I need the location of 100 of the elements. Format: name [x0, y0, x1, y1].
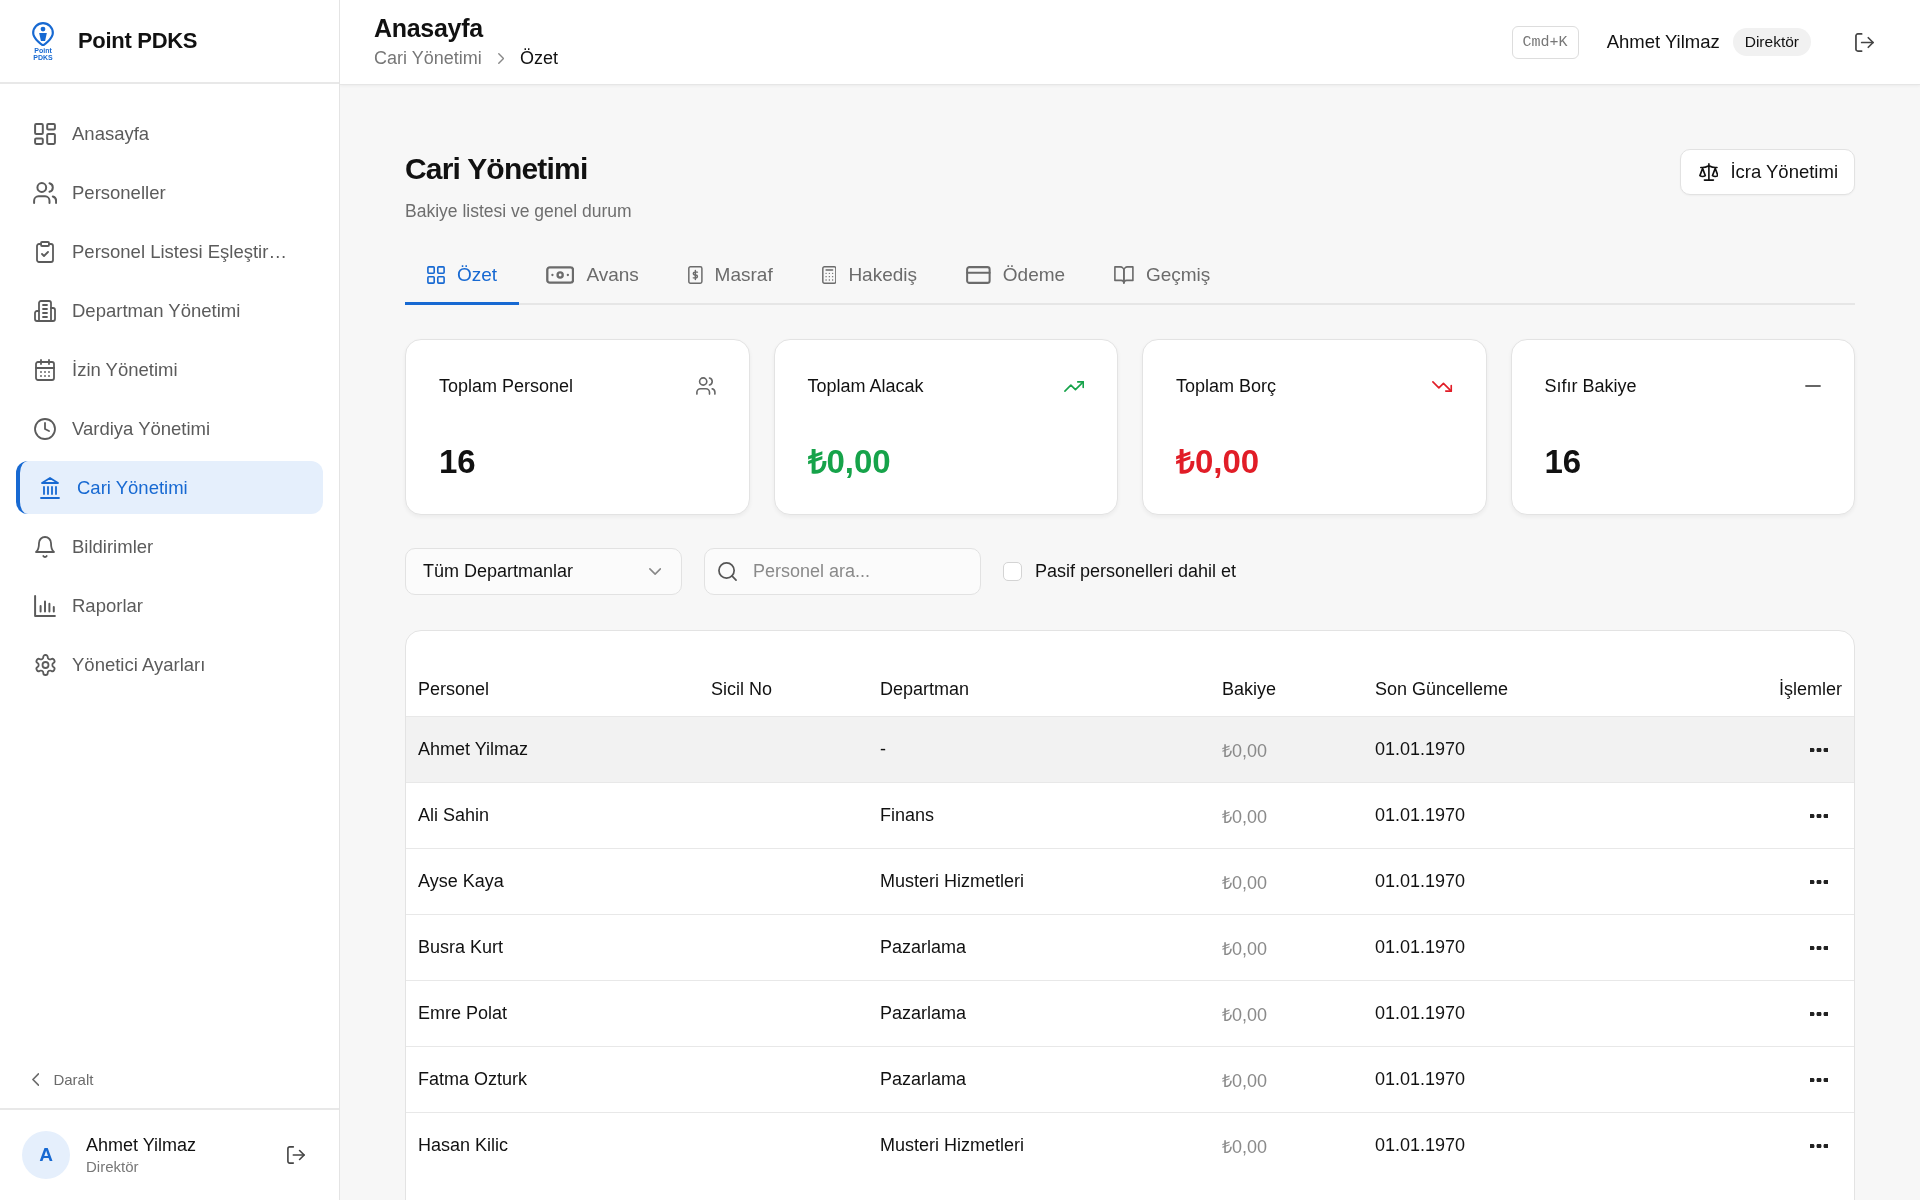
- table-cell-text: 01.01.1970: [1375, 805, 1467, 826]
- collapse-button[interactable]: Daralt: [0, 1071, 94, 1108]
- table-cell-text: -: [880, 739, 887, 760]
- table-cell-text: Fatma Ozturk: [418, 1069, 529, 1090]
- table-cell-text: Pazarlama: [880, 1069, 968, 1090]
- search-field[interactable]: Personel ara...: [704, 548, 981, 595]
- more-icon: [1810, 945, 1828, 950]
- minus-icon: [1805, 385, 1821, 387]
- table-cell-text: Finans: [880, 805, 936, 826]
- table-cell-text: 01.01.1970: [1375, 1069, 1467, 1090]
- sidebar-item[interactable]: Personel Listesi Eşleştir…: [16, 225, 323, 278]
- sidebar-item[interactable]: Personeller: [16, 166, 323, 219]
- tab[interactable]: Ödeme: [944, 253, 1088, 305]
- logout-icon: [287, 1146, 305, 1164]
- column-header: Personel: [418, 678, 491, 700]
- bar-chart-icon: [34, 594, 56, 617]
- table-cell-text: ₺0,00: [1222, 1069, 1269, 1092]
- column-header: Son Güncelleme: [1375, 678, 1510, 700]
- dollar-document-icon: [687, 266, 703, 284]
- tab[interactable]: Geçmiş: [1092, 253, 1233, 305]
- table-cell-text: Ayse Kaya: [418, 871, 505, 892]
- table-cell-text: 01.01.1970: [1375, 1003, 1467, 1024]
- sidebar-item[interactable]: Departman Yönetimi: [16, 284, 323, 337]
- sidebar-item[interactable]: Vardiya Yönetimi: [16, 402, 323, 455]
- sidebar-item[interactable]: Yönetici Ayarları: [16, 638, 323, 691]
- credit-card-icon: [966, 266, 991, 284]
- trend-down-icon: [1432, 380, 1453, 392]
- users-icon: [695, 377, 716, 395]
- more-icon: [1810, 879, 1828, 884]
- brand-name: Point PDKS: [78, 28, 198, 54]
- table-cell-text: Emre Polat: [418, 1003, 509, 1024]
- role-badge: Direktör: [1732, 28, 1811, 56]
- book-icon: [1114, 266, 1134, 284]
- more-icon: [1810, 813, 1828, 818]
- bank-icon: [40, 476, 60, 499]
- trend-up-icon: [1063, 380, 1084, 392]
- chevron-right-icon: [497, 53, 504, 65]
- tab[interactable]: Özet: [405, 253, 520, 305]
- more-icon: [1810, 747, 1828, 752]
- sidebar-item[interactable]: Anasayfa: [16, 107, 323, 160]
- page-subtitle: Bakiye listesi ve genel durum: [405, 200, 632, 223]
- table-cell-text: Pazarlama: [880, 937, 968, 958]
- table-cell-text: Pazarlama: [880, 1003, 968, 1024]
- clock-icon: [34, 417, 56, 440]
- checkbox[interactable]: [1003, 562, 1022, 581]
- table-cell-text: ₺0,00: [1222, 805, 1269, 828]
- stat-label: Sıfır Bakiye: [1544, 375, 1637, 397]
- banknote-icon: [546, 266, 575, 284]
- more-icon: [1810, 1011, 1828, 1016]
- column-header: İşlemler: [1779, 678, 1842, 700]
- more-icon: [1810, 1077, 1828, 1082]
- tab[interactable]: Hakediş: [799, 253, 940, 305]
- logout-icon: [1855, 32, 1874, 52]
- user-name: Ahmet Yilmaz: [86, 1135, 197, 1156]
- page-heading: Anasayfa: [374, 14, 483, 43]
- tab[interactable]: Avans: [524, 253, 661, 305]
- table-cell-text: ₺0,00: [1222, 937, 1269, 960]
- sidebar-item[interactable]: Raporlar: [16, 579, 323, 632]
- table-cell-text: 01.01.1970: [1375, 739, 1467, 760]
- column-header: Departman: [880, 678, 971, 700]
- clipboard-check-icon: [36, 240, 54, 263]
- scale-icon: [1698, 163, 1719, 181]
- search-icon: [718, 562, 737, 581]
- more-icon: [1810, 1143, 1828, 1148]
- table-cell-text: Musteri Hizmetleri: [880, 871, 1026, 892]
- table-cell-text: ₺0,00: [1222, 1003, 1269, 1026]
- column-header: Bakiye: [1222, 678, 1278, 700]
- page-title: Cari Yönetimi: [405, 151, 589, 187]
- table-cell-text: Busra Kurt: [418, 937, 505, 958]
- bell-icon: [35, 535, 55, 558]
- user-name: Ahmet Yilmaz: [1606, 31, 1720, 53]
- table-cell-text: 01.01.1970: [1375, 937, 1467, 958]
- table-cell-text: Ali Sahin: [418, 805, 491, 826]
- user-role: Direktör: [86, 1158, 139, 1175]
- stat-label: Toplam Borç: [1176, 375, 1277, 397]
- sidebar-item[interactable]: Cari Yönetimi: [16, 461, 323, 514]
- settings-icon: [34, 653, 56, 676]
- checkbox-label: Pasif personelleri dahil et: [1035, 561, 1237, 582]
- table-cell-text: Hasan Kilic: [418, 1135, 510, 1156]
- table-cell-text: ₺0,00: [1222, 1135, 1269, 1158]
- enforcement-button[interactable]: İcra Yönetimi: [1679, 149, 1855, 195]
- calculator-icon: [821, 266, 837, 284]
- sidebar-item[interactable]: İzin Yönetimi: [16, 343, 323, 396]
- table-cell-text: 01.01.1970: [1375, 871, 1467, 892]
- tab[interactable]: Masraf: [665, 253, 795, 305]
- calendar-icon: [35, 358, 55, 381]
- table-cell-text: 01.01.1970: [1375, 1135, 1467, 1156]
- stat-value: 16: [439, 442, 476, 482]
- stat-value: 16: [1544, 442, 1582, 482]
- department-select[interactable]: Tüm Departmanlar: [405, 548, 682, 595]
- table-cell-text: Musteri Hizmetleri: [880, 1135, 1026, 1156]
- sidebar-item[interactable]: Bildirimler: [16, 520, 323, 573]
- logout-button[interactable]: [1853, 30, 1876, 54]
- breadcrumb-item[interactable]: Cari Yönetimi: [374, 48, 482, 70]
- shortcut-hint[interactable]: Cmd+K: [1511, 25, 1579, 59]
- table-cell-text: ₺0,00: [1222, 871, 1269, 894]
- grid-icon: [427, 266, 445, 284]
- chevron-down-icon: [648, 568, 661, 575]
- table-cell-text: Ahmet Yilmaz: [418, 739, 530, 760]
- building-icon: [34, 299, 56, 322]
